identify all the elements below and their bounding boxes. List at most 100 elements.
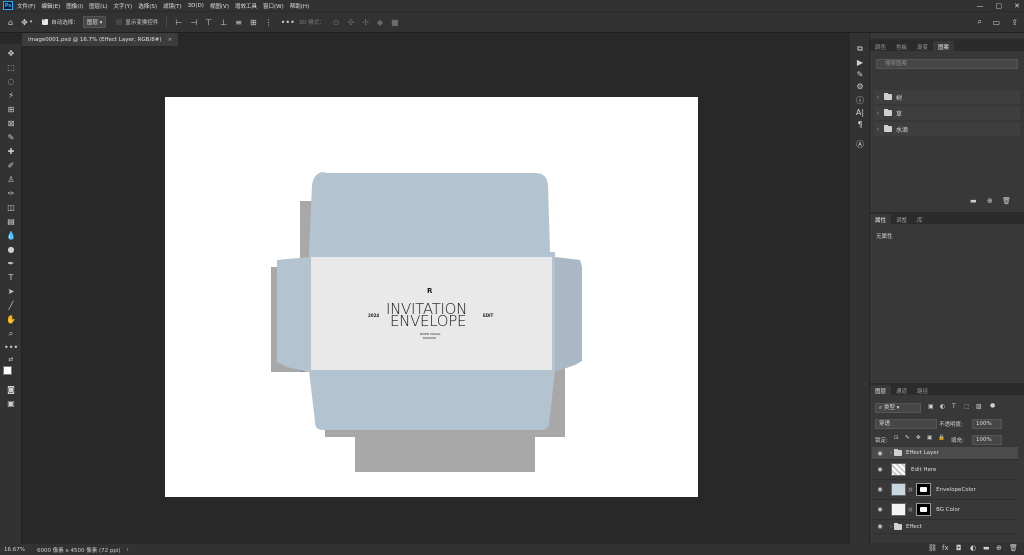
screen-mode-icon[interactable]: ▣ xyxy=(4,398,18,410)
menu-plugins[interactable]: 增效工具 xyxy=(235,2,257,10)
menu-layer[interactable]: 图层(L) xyxy=(89,2,107,10)
layer-filter-dropdown[interactable]: ⌕ 类型 ▾ xyxy=(875,403,921,413)
lock-pixels-icon[interactable]: ⊡ xyxy=(894,435,899,441)
delete-pattern-icon[interactable]: 🗑 xyxy=(1002,197,1011,205)
lock-all-icon[interactable]: 🔒 xyxy=(938,435,945,441)
tool-preset-chevron-icon[interactable]: ▾ xyxy=(30,19,33,25)
lock-position-icon[interactable]: ✥ xyxy=(916,435,921,441)
adjustments-icon[interactable]: ⚙ xyxy=(854,81,866,93)
tab-color[interactable]: 颜色 xyxy=(870,41,891,51)
stamp-tool-icon[interactable]: ♙ xyxy=(4,174,18,186)
menu-3d[interactable]: 3D(D) xyxy=(188,3,204,9)
menu-edit[interactable]: 编辑(E) xyxy=(41,2,60,10)
filter-type-icon[interactable]: T xyxy=(952,403,956,410)
document-tab-close-icon[interactable]: × xyxy=(168,37,173,43)
document-tab[interactable]: Image0001.psd @ 16.7% (Effect Layer, RGB… xyxy=(22,33,179,46)
zoom-level[interactable]: 16.67% xyxy=(4,547,25,553)
brush-tool-icon[interactable]: ✐ xyxy=(4,160,18,172)
home-icon[interactable]: ⌂ xyxy=(8,18,13,27)
brush-settings-icon[interactable]: ✎ xyxy=(854,69,866,81)
delete-layer-icon[interactable]: 🗑 xyxy=(1009,544,1018,552)
align-top-icon[interactable]: ⊥ xyxy=(220,18,227,27)
blend-mode-dropdown[interactable]: 穿透 xyxy=(875,419,937,429)
minimize-button[interactable]: — xyxy=(977,2,984,10)
history-brush-tool-icon[interactable]: ✑ xyxy=(4,188,18,200)
menu-filter[interactable]: 滤镜(T) xyxy=(163,2,182,10)
layer-row[interactable]: ◉ ⛓ EnvelopeColor xyxy=(872,480,1018,500)
tab-properties[interactable]: 属性 xyxy=(870,214,892,224)
visibility-eye-icon[interactable]: ◉ xyxy=(875,486,885,493)
layer-row[interactable]: ◉ › Effect Layer xyxy=(872,447,1018,460)
layer-style-icon[interactable]: fx xyxy=(942,544,949,552)
pattern-group-row[interactable]: › 树 xyxy=(874,90,1020,104)
magic-wand-tool-icon[interactable]: ⚡ xyxy=(4,90,18,102)
menu-image[interactable]: 图像(I) xyxy=(66,2,83,10)
layer-row[interactable]: ◉ Edit Here xyxy=(872,460,1018,480)
hand-tool-icon[interactable]: ✋ xyxy=(4,314,18,326)
chevron-right-icon[interactable]: › xyxy=(874,110,882,117)
lock-paint-icon[interactable]: ✎ xyxy=(905,435,910,441)
visibility-eye-icon[interactable]: ◉ xyxy=(875,450,885,457)
zoom-tool-icon[interactable]: ⌕ xyxy=(4,328,18,340)
filter-adjust-icon[interactable]: ◐ xyxy=(940,403,945,410)
pattern-group-row[interactable]: › 水滴 xyxy=(874,122,1020,136)
tab-gradients[interactable]: 渐变 xyxy=(912,41,933,51)
eyedropper-tool-icon[interactable]: ✎ xyxy=(4,132,18,144)
lock-artboard-icon[interactable]: ▣ xyxy=(927,435,932,441)
healing-tool-icon[interactable]: ✚ xyxy=(4,146,18,158)
character-icon[interactable]: A| xyxy=(854,107,866,119)
pen-tool-icon[interactable]: ✒ xyxy=(4,258,18,270)
swap-colors-icon[interactable]: ⇄ xyxy=(4,354,18,366)
visibility-eye-icon[interactable]: ◉ xyxy=(875,466,885,473)
align-bottom-icon[interactable]: ⊞ xyxy=(250,18,257,27)
menu-select[interactable]: 选择(S) xyxy=(138,2,157,10)
new-pattern-icon[interactable]: ⊕ xyxy=(987,197,993,205)
more-options-icon[interactable]: ••• xyxy=(281,18,295,27)
align-middle-icon[interactable]: ≡ xyxy=(235,18,242,27)
chevron-right-icon[interactable]: › xyxy=(890,450,892,456)
tab-layers[interactable]: 图层 xyxy=(870,385,892,395)
frame-tool-icon[interactable]: ⊠ xyxy=(4,118,18,130)
foreground-color-swatch[interactable] xyxy=(3,366,12,375)
tab-swatches[interactable]: 色板 xyxy=(891,41,912,51)
dodge-tool-icon[interactable]: ● xyxy=(4,244,18,256)
tab-paths[interactable]: 路径 xyxy=(912,385,933,395)
align-left-icon[interactable]: ⊢ xyxy=(175,18,182,27)
blur-tool-icon[interactable]: 💧 xyxy=(4,230,18,242)
lasso-tool-icon[interactable]: ◌ xyxy=(4,76,18,88)
filter-smart-icon[interactable]: ▨ xyxy=(976,403,982,410)
path-selection-tool-icon[interactable]: ➤ xyxy=(4,286,18,298)
new-group-icon[interactable]: ▬ xyxy=(983,544,990,552)
menu-type[interactable]: 文字(Y) xyxy=(114,2,133,10)
close-window-button[interactable]: ✕ xyxy=(1014,2,1020,10)
chevron-right-icon[interactable]: › xyxy=(890,524,892,530)
add-mask-icon[interactable]: ◘ xyxy=(956,544,962,552)
info-icon[interactable]: ⓘ xyxy=(854,95,866,107)
canvas-workspace[interactable]: R INVITATION ENVELOPE 2024 EDIT RIVER VI… xyxy=(22,46,848,544)
auto-select-dropdown[interactable]: 图层 ▾ xyxy=(82,16,107,28)
layer-row[interactable]: ◉ ⛓ BG Color xyxy=(872,500,1018,520)
adjustment-layer-icon[interactable]: ◐ xyxy=(970,544,976,552)
status-menu-arrow-icon[interactable]: › xyxy=(127,547,129,553)
move-tool-icon[interactable]: ✥ xyxy=(4,48,18,60)
new-layer-icon[interactable]: ⊕ xyxy=(996,544,1002,552)
paragraph-icon[interactable]: ¶ xyxy=(854,119,866,131)
align-center-icon[interactable]: ⊣ xyxy=(190,18,197,27)
new-group-icon[interactable]: ▬ xyxy=(970,197,977,205)
tab-libraries[interactable]: 库 xyxy=(912,214,928,224)
menu-window[interactable]: 窗口(W) xyxy=(263,2,284,10)
visibility-eye-icon[interactable]: ◉ xyxy=(875,523,885,530)
visibility-eye-icon[interactable]: ◉ xyxy=(875,506,885,513)
type-tool-icon[interactable]: T xyxy=(4,272,18,284)
auto-select-checkbox[interactable] xyxy=(42,16,49,25)
glyphs-icon[interactable]: Ⓐ xyxy=(854,139,866,151)
tab-adjustments[interactable]: 调整 xyxy=(891,214,912,224)
line-tool-icon[interactable]: ╱ xyxy=(4,300,18,312)
search-icon[interactable]: ⌕ xyxy=(978,17,982,27)
filter-toggle-icon[interactable]: ● xyxy=(990,402,995,409)
tab-channels[interactable]: 通道 xyxy=(891,385,912,395)
gradient-tool-icon[interactable]: ▤ xyxy=(4,216,18,228)
layer-row[interactable]: ◉ › Effect xyxy=(872,520,1018,534)
menu-file[interactable]: 文件(F) xyxy=(17,2,35,10)
pattern-search-input[interactable]: 搜索图案 xyxy=(876,59,1018,69)
